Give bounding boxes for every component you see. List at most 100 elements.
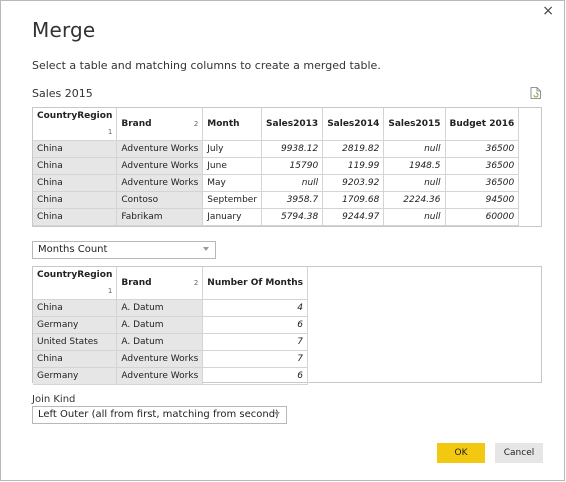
table-cell: 2224.36: [383, 191, 446, 209]
join-kind-label: Join Kind: [32, 394, 76, 405]
table-cell: Contoso: [116, 191, 204, 209]
table-cell: 3958.7: [261, 191, 324, 209]
table-cell: China: [33, 174, 118, 192]
table-cell: September: [202, 191, 263, 209]
join-kind-select[interactable]: Left Outer (all from first, matching fro…: [32, 406, 287, 424]
key-order-badge: 2: [193, 279, 199, 287]
table-cell: 1709.68: [322, 191, 385, 209]
table-cell: 9244.97: [322, 208, 385, 226]
column-header-label: Brand: [121, 119, 152, 129]
table-cell: 7: [202, 333, 309, 351]
column-header-label: Sales2013: [266, 119, 319, 129]
table-cell: 36500: [445, 140, 520, 158]
table-row: China A. Datum 4: [33, 299, 309, 317]
table2-select[interactable]: Months Count: [32, 241, 216, 259]
cancel-button[interactable]: Cancel: [495, 443, 543, 463]
column-header[interactable]: Month: [202, 108, 263, 141]
table2-select-value: Months Count: [38, 244, 108, 255]
close-icon[interactable]: ×: [542, 4, 554, 18]
table-cell: 60000: [445, 208, 520, 226]
table-row: China Adventure Works May null 9203.92 null 36…: [33, 174, 520, 192]
table-cell: null: [261, 174, 324, 192]
table-row: China Adventure Works 7: [33, 350, 309, 368]
table-cell: 5794.38: [261, 208, 324, 226]
table-cell: 6: [202, 316, 309, 334]
column-header[interactable]: Budget 2016: [445, 108, 520, 141]
table-cell: 7: [202, 350, 309, 368]
table-cell: 94500: [445, 191, 520, 209]
table-cell: May: [202, 174, 263, 192]
column-header-label: Brand: [121, 278, 152, 288]
table-cell: 36500: [445, 174, 520, 192]
table2-grid: CountryRegion 1 Brand 2 Number Of Months Chi…: [33, 267, 309, 385]
table-cell: China: [33, 208, 118, 226]
key-order-badge: 2: [193, 120, 199, 128]
table-cell: Germany: [33, 367, 118, 385]
column-header-label: CountryRegion: [37, 270, 113, 280]
column-header-label: Month: [207, 119, 240, 129]
table-row: Germany Adventure Works 6: [33, 367, 309, 385]
key-order-badge: 1: [107, 128, 113, 136]
table-cell: 36500: [445, 157, 520, 175]
table-row: United States A. Datum 7: [33, 333, 309, 351]
join-kind-value: Left Outer (all from first, matching fro…: [38, 409, 279, 420]
column-header-label: CountryRegion: [37, 111, 113, 121]
table-cell: Adventure Works: [116, 367, 204, 385]
column-header-label: Budget 2016: [449, 119, 515, 129]
column-header-label: Sales2014: [327, 119, 380, 129]
table-cell: China: [33, 140, 118, 158]
refresh-preview-icon[interactable]: [530, 87, 541, 99]
table-cell: Germany: [33, 316, 118, 334]
column-header[interactable]: Number Of Months: [202, 267, 309, 300]
table-cell: United States: [33, 333, 118, 351]
table-row: China Adventure Works June 15790 119.99 1948.…: [33, 157, 520, 175]
table-cell: Fabrikam: [116, 208, 204, 226]
table-cell: 15790: [261, 157, 324, 175]
table-cell: July: [202, 140, 263, 158]
table-cell: 1948.5: [383, 157, 446, 175]
ok-button[interactable]: OK: [437, 443, 485, 463]
table-cell: 2819.82: [322, 140, 385, 158]
table-cell: 9938.12: [261, 140, 324, 158]
table-row: Germany A. Datum 6: [33, 316, 309, 334]
column-header[interactable]: CountryRegion 1: [33, 267, 118, 300]
chevron-down-icon: [203, 247, 209, 251]
table-cell: China: [33, 157, 118, 175]
table-cell: China: [33, 299, 118, 317]
table-row: China Fabrikam January 5794.38 9244.97 null 60…: [33, 208, 520, 226]
table2-preview: CountryRegion 1 Brand 2 Number Of Months Chi…: [32, 266, 542, 385]
column-header[interactable]: Sales2013: [261, 108, 324, 141]
table-cell: 4: [202, 299, 309, 317]
table-cell: A. Datum: [116, 333, 204, 351]
merge-dialog: × Merge Select a table and matching colu…: [0, 0, 565, 481]
chevron-down-icon: [274, 412, 280, 416]
table-cell: A. Datum: [116, 299, 204, 317]
dialog-title: Merge: [32, 18, 96, 42]
key-order-badge: 1: [107, 287, 113, 295]
column-header[interactable]: Sales2014: [322, 108, 385, 141]
table-cell: Adventure Works: [116, 174, 204, 192]
dialog-subtitle: Select a table and matching columns to c…: [32, 59, 381, 72]
table-cell: Adventure Works: [116, 140, 204, 158]
table-row: China Contoso September 3958.7 1709.68 2224.3…: [33, 191, 520, 209]
table1-preview: CountryRegion 1 Brand 2 Month Sales2013 Sales2…: [32, 107, 542, 227]
table-row: China Adventure Works July 9938.12 2819.82 nu…: [33, 140, 520, 158]
column-header-label: Number Of Months: [207, 278, 304, 288]
table-cell: null: [383, 140, 446, 158]
table-cell: Adventure Works: [116, 350, 204, 368]
table-cell: 119.99: [322, 157, 385, 175]
column-header[interactable]: Sales2015: [383, 108, 446, 141]
table1-name: Sales 2015: [32, 87, 93, 100]
table-cell: Adventure Works: [116, 157, 204, 175]
table-cell: China: [33, 191, 118, 209]
table-cell: null: [383, 208, 446, 226]
table-cell: 9203.92: [322, 174, 385, 192]
column-header[interactable]: Brand 2: [116, 108, 204, 141]
column-header[interactable]: Brand 2: [116, 267, 204, 300]
table-cell: January: [202, 208, 263, 226]
table-cell: A. Datum: [116, 316, 204, 334]
table1-grid: CountryRegion 1 Brand 2 Month Sales2013 Sales2…: [33, 108, 520, 226]
column-header[interactable]: CountryRegion 1: [33, 108, 118, 141]
column-header-label: Sales2015: [388, 119, 441, 129]
table-cell: null: [383, 174, 446, 192]
